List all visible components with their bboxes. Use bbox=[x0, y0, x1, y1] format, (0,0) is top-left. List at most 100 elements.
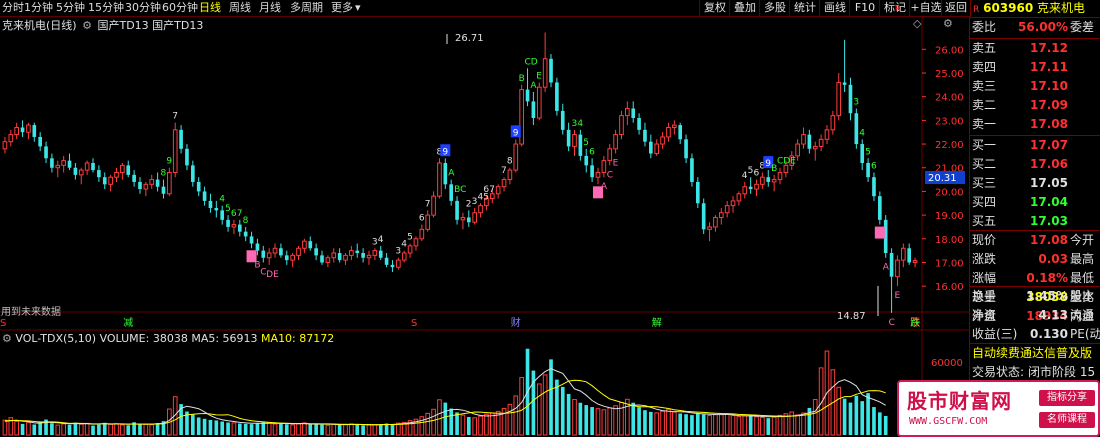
candle bbox=[590, 158, 594, 182]
candle-body bbox=[226, 219, 230, 227]
candle-body bbox=[878, 196, 882, 220]
candle-body bbox=[302, 240, 307, 249]
event-marker[interactable]: S bbox=[411, 318, 417, 329]
candle bbox=[812, 141, 818, 161]
volume-bar bbox=[26, 422, 31, 436]
candle bbox=[208, 193, 213, 213]
period-tab-5min[interactable]: 5分钟 bbox=[56, 1, 85, 15]
f10-button[interactable]: F10 bbox=[849, 0, 880, 16]
volume-ma5-value: MA5: 56913 bbox=[191, 332, 258, 345]
candle-body bbox=[807, 134, 812, 149]
period-tab-daily[interactable]: 日线 bbox=[199, 1, 221, 15]
candle bbox=[138, 177, 142, 194]
candle-body bbox=[866, 163, 870, 178]
candle bbox=[660, 132, 665, 149]
volume-bar bbox=[202, 418, 207, 435]
candle bbox=[695, 177, 700, 208]
volume-bar bbox=[196, 417, 201, 435]
period-tab-60min[interactable]: 60分钟 bbox=[162, 1, 198, 15]
event-marker[interactable]: 跌 bbox=[910, 316, 920, 329]
volume-bar bbox=[466, 416, 471, 435]
period-tab-30min[interactable]: 30分钟 bbox=[125, 1, 161, 15]
td-label: BC bbox=[454, 185, 466, 195]
buy-level-row: 买四 17.04 bbox=[970, 193, 1100, 212]
candle bbox=[220, 205, 225, 225]
chevron-down-icon[interactable]: ▾ bbox=[355, 1, 361, 15]
settings-gear-icon[interactable]: ⚙ bbox=[82, 19, 92, 32]
sell-level-row: 卖二 17.09 bbox=[970, 96, 1100, 115]
watermark-tag-courses: 名师课程 bbox=[1039, 412, 1095, 428]
back-button[interactable]: 返回 bbox=[941, 0, 970, 16]
candle-body bbox=[255, 243, 260, 251]
volume-bar bbox=[643, 410, 647, 435]
volume-bar bbox=[549, 359, 553, 435]
volume-bar bbox=[237, 423, 242, 435]
indicator-name-b[interactable]: 国产TD13 bbox=[152, 19, 203, 32]
candle bbox=[507, 167, 513, 185]
candle bbox=[196, 177, 201, 197]
volume-bar bbox=[578, 402, 583, 435]
event-marker[interactable]: 解 bbox=[652, 316, 662, 329]
candle-body bbox=[38, 136, 42, 147]
candle bbox=[202, 186, 207, 206]
td-label: 5 bbox=[865, 147, 871, 157]
multi-stock-button[interactable]: 多股 bbox=[759, 0, 790, 16]
candle-body bbox=[836, 81, 842, 117]
volume-indicator-name[interactable]: VOL-TDX(5,10) bbox=[15, 332, 96, 345]
stats-button[interactable]: 统计 bbox=[789, 0, 820, 16]
volume-bar bbox=[590, 407, 594, 435]
sell-level-label: 卖一 bbox=[972, 117, 997, 131]
candle bbox=[143, 181, 149, 197]
td-label: 5 bbox=[407, 233, 413, 243]
volume-bar bbox=[607, 407, 613, 436]
overlay-button[interactable]: 叠加 bbox=[729, 0, 760, 16]
candle-body bbox=[854, 113, 859, 145]
gear-icon[interactable]: ⚙ bbox=[2, 332, 12, 345]
volume-bar bbox=[302, 422, 307, 436]
candle bbox=[155, 172, 160, 192]
period-tab-intraday[interactable]: 分时 bbox=[2, 1, 24, 15]
candle bbox=[907, 243, 912, 265]
period-tab-monthly[interactable]: 月线 bbox=[259, 1, 281, 15]
volume-bar bbox=[449, 408, 454, 435]
td-label: E bbox=[536, 71, 542, 81]
settings-icon[interactable]: ⚙ bbox=[943, 17, 953, 30]
event-marker[interactable]: 财 bbox=[511, 316, 521, 329]
candle bbox=[249, 231, 254, 249]
candle bbox=[226, 215, 230, 232]
weicha-label: 委差 bbox=[1070, 20, 1095, 34]
candle-body bbox=[208, 200, 213, 208]
expand-icon[interactable]: ◇ bbox=[913, 17, 921, 30]
period-tab-weekly[interactable]: 周线 bbox=[229, 1, 251, 15]
candle-body bbox=[202, 191, 207, 201]
candle-body bbox=[824, 129, 830, 140]
candle bbox=[26, 122, 31, 140]
event-marker[interactable]: S bbox=[0, 318, 6, 329]
candle-body bbox=[73, 167, 78, 175]
candle bbox=[8, 129, 14, 147]
candle bbox=[736, 191, 742, 206]
candle-body bbox=[437, 162, 442, 197]
candle bbox=[566, 122, 571, 152]
candle bbox=[501, 177, 507, 192]
news-ticker[interactable]: 自动续费通达信普及版 bbox=[970, 344, 1100, 363]
quote-stat-label2: 今开 bbox=[1070, 233, 1095, 247]
candle bbox=[449, 179, 454, 206]
add-favorite-button[interactable]: +自选 bbox=[909, 0, 942, 16]
candle bbox=[478, 203, 483, 218]
td-label: CD bbox=[525, 57, 538, 67]
period-tab-more[interactable]: 更多 bbox=[331, 1, 353, 15]
kline-chart[interactable]: 89745 6 789BC DE3 4345678 9ABC2 3 4567789BCDAE3… bbox=[0, 16, 969, 437]
candle bbox=[807, 129, 812, 154]
volume-bar bbox=[654, 412, 660, 436]
indicator-name-a[interactable]: 国产TD13 bbox=[97, 19, 148, 32]
period-tab-15min[interactable]: 15分钟 bbox=[88, 1, 124, 15]
event-marker[interactable]: 减 bbox=[123, 317, 133, 329]
draw-line-button[interactable]: 画线 bbox=[819, 0, 850, 16]
period-tab-1min[interactable]: 1分钟 bbox=[24, 1, 53, 15]
period-tab-multi[interactable]: 多周期 bbox=[290, 1, 323, 15]
fuquan-button[interactable]: 复权 bbox=[699, 0, 730, 16]
candle bbox=[542, 32, 548, 92]
news-ticker-text[interactable]: 自动续费通达信普及版 bbox=[972, 344, 1092, 363]
volume-bar bbox=[108, 423, 113, 436]
